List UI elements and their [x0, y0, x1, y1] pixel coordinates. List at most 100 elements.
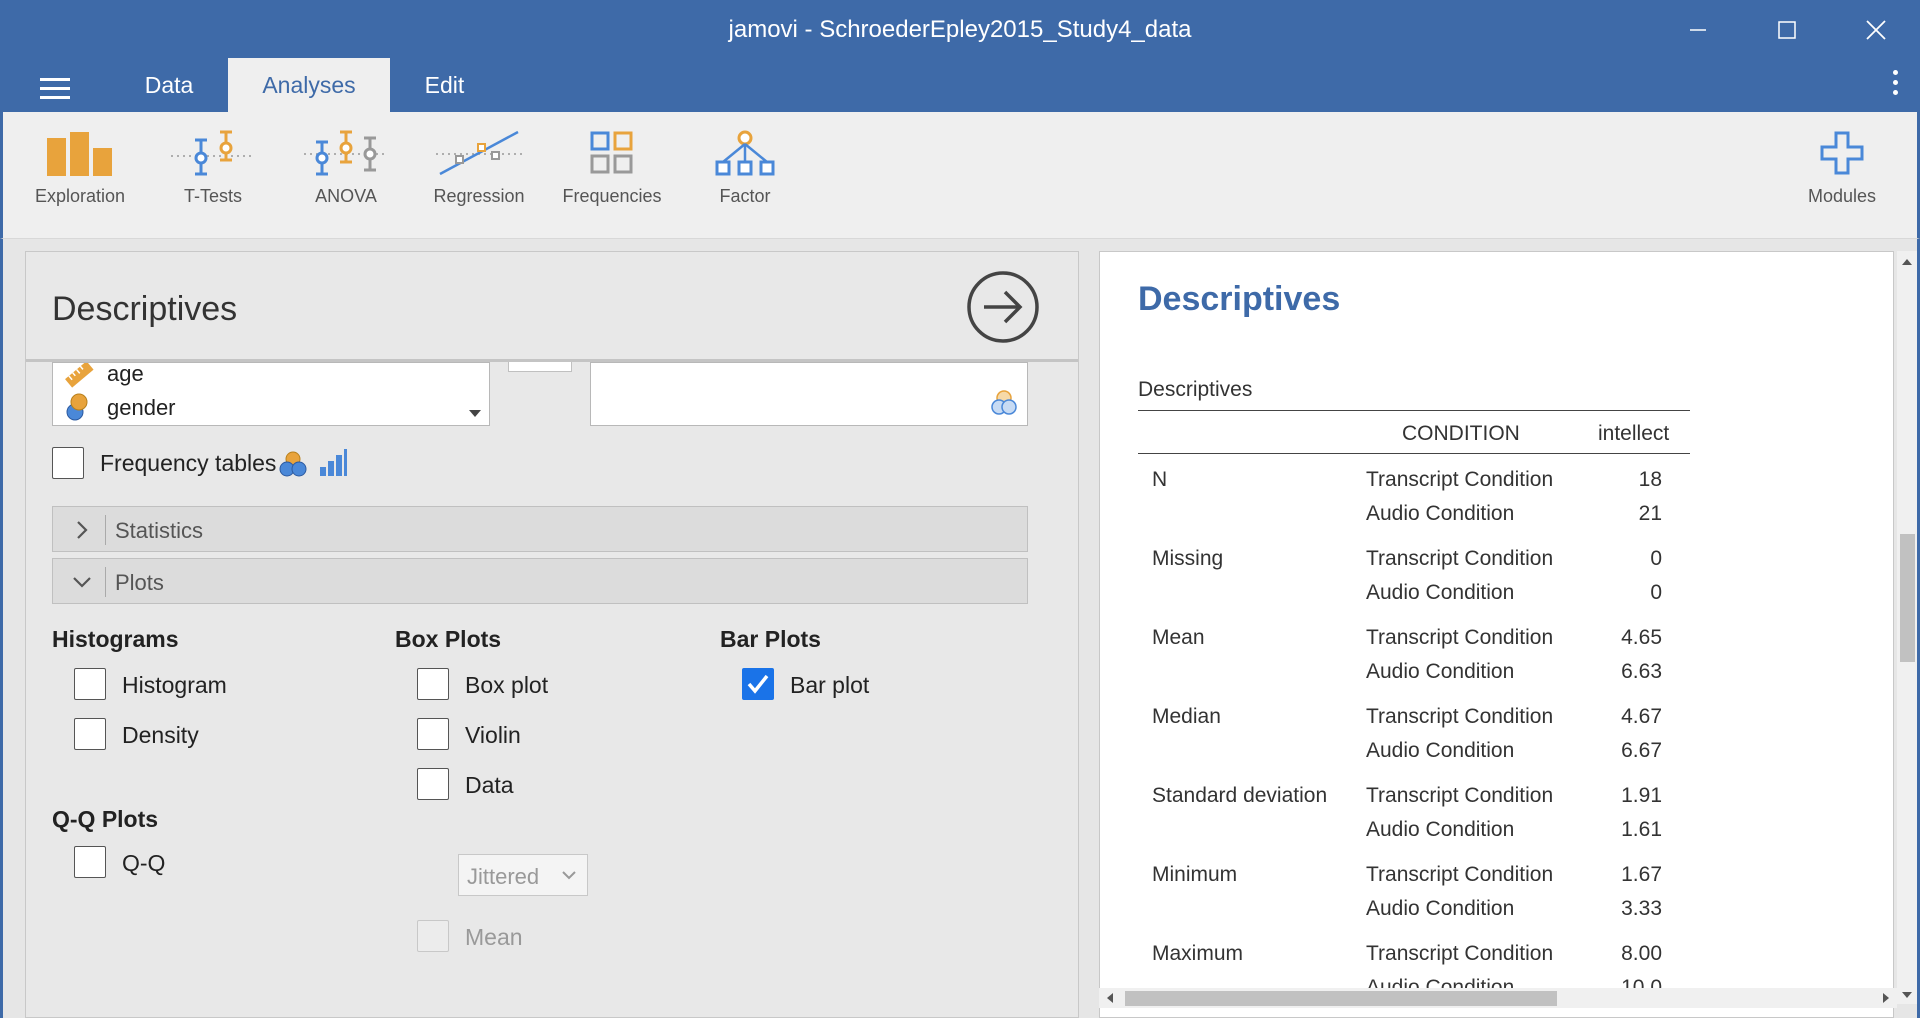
- table-cell-condition: Audio Condition: [1366, 660, 1515, 683]
- statistics-section-header[interactable]: Statistics: [52, 506, 1028, 552]
- variable-name: gender: [107, 395, 176, 420]
- checkmark-icon: [747, 674, 769, 694]
- data-label: Data: [465, 772, 514, 798]
- window-title: jamovi - SchroederEpley2015_Study4_data: [728, 16, 1192, 43]
- variable-item-gender[interactable]: gender: [63, 391, 176, 425]
- minimize-button[interactable]: [1668, 8, 1728, 52]
- ribbon-anova-button[interactable]: ANOVA: [281, 130, 411, 230]
- maximize-button[interactable]: [1757, 8, 1817, 52]
- anova-icon: [304, 130, 388, 176]
- tab-data[interactable]: Data: [113, 58, 225, 112]
- hamburger-menu-icon[interactable]: [40, 78, 70, 99]
- table-cell-value: 1.91: [1621, 784, 1662, 807]
- split-by-target-box[interactable]: [590, 362, 1028, 426]
- regression-icon: [436, 130, 522, 176]
- table-row-statistic: Standard deviation: [1152, 784, 1328, 807]
- scroll-right-arrow-icon[interactable]: [1883, 993, 1889, 1003]
- histograms-group-title: Histograms: [52, 626, 179, 652]
- variable-list[interactable]: age gender: [52, 362, 490, 426]
- table-cell-condition: Transcript Condition: [1366, 547, 1554, 570]
- variable-name: age: [107, 362, 144, 386]
- scroll-up-arrow-icon[interactable]: [1902, 259, 1912, 265]
- data-type-select[interactable]: Jittered: [458, 854, 588, 896]
- options-title: Descriptives: [52, 290, 238, 328]
- run-analysis-button[interactable]: [966, 270, 1040, 344]
- bar-plots-group-title: Bar Plots: [720, 626, 821, 652]
- table-cell-condition: Transcript Condition: [1366, 784, 1554, 807]
- table-cell-condition: Audio Condition: [1366, 502, 1515, 525]
- table-cell-value: 8.00: [1621, 942, 1662, 965]
- options-scrollbar[interactable]: [1078, 362, 1079, 1018]
- mean-checkbox[interactable]: [417, 920, 449, 952]
- results-vertical-scrollbar[interactable]: [1897, 251, 1917, 1004]
- nominal-variable-icon: [66, 393, 88, 421]
- scrollbar-thumb[interactable]: [1900, 534, 1915, 662]
- histogram-checkbox[interactable]: [74, 668, 106, 700]
- ribbon-modules-button[interactable]: Modules: [1777, 130, 1907, 230]
- ribbon-factor-button[interactable]: Factor: [680, 130, 810, 230]
- frequency-tables-checkbox[interactable]: [52, 447, 84, 479]
- tab-analyses[interactable]: Analyses: [228, 58, 390, 112]
- ribbon-frequencies-label: Frequencies: [562, 186, 662, 206]
- qq-checkbox[interactable]: [74, 846, 106, 878]
- ribbon-regression-button[interactable]: Regression: [414, 130, 544, 230]
- variable-item-age[interactable]: age: [63, 362, 144, 391]
- ribbon-modules-label: Modules: [1807, 186, 1877, 206]
- more-options-icon[interactable]: [1890, 70, 1900, 104]
- bar-plot-checkbox[interactable]: [742, 668, 774, 700]
- violin-label: Violin: [465, 722, 521, 748]
- box-plot-label: Box plot: [465, 672, 549, 698]
- scroll-down-arrow-icon[interactable]: [1902, 992, 1912, 998]
- table-cell-condition: Transcript Condition: [1366, 468, 1554, 491]
- table-cell-value: 18: [1638, 468, 1662, 491]
- move-variable-button[interactable]: [508, 362, 572, 372]
- scrollbar-thumb[interactable]: [1125, 991, 1557, 1006]
- histogram-label: Histogram: [122, 672, 227, 698]
- ribbon-factor-label: Factor: [719, 186, 771, 206]
- options-header: Descriptives: [26, 252, 1078, 362]
- table-cell-condition: Audio Condition: [1366, 818, 1515, 841]
- data-checkbox[interactable]: [417, 768, 449, 800]
- chevron-down-icon: [73, 577, 91, 588]
- scroll-left-arrow-icon[interactable]: [1107, 993, 1113, 1003]
- maximize-icon: [1778, 21, 1796, 39]
- tab-edit[interactable]: Edit: [392, 58, 497, 112]
- table-cell-value: 6.67: [1621, 739, 1662, 762]
- ribbon-t-tests-button[interactable]: T-Tests: [148, 130, 278, 230]
- frequencies-icon: [590, 131, 633, 174]
- minimize-icon: [1690, 29, 1706, 31]
- main-tab-bar: Data Analyses Edit: [0, 58, 1920, 112]
- table-cell-value: 21: [1638, 502, 1662, 525]
- ribbon-frequencies-button[interactable]: Frequencies: [547, 130, 677, 230]
- table-cell-value: 0: [1650, 581, 1662, 604]
- table-cell-condition: Audio Condition: [1366, 581, 1515, 604]
- results-horizontal-scrollbar[interactable]: [1099, 988, 1897, 1008]
- table-cell-value: 6.63: [1621, 660, 1662, 683]
- box-plot-checkbox[interactable]: [417, 668, 449, 700]
- table-row-statistic: Missing: [1152, 547, 1224, 570]
- data-type-value: Jittered: [467, 864, 540, 889]
- violin-checkbox[interactable]: [417, 718, 449, 750]
- column-header-intellect: intellect: [1598, 422, 1670, 445]
- column-header-condition: CONDITION: [1402, 422, 1520, 445]
- table-row-statistic: Mean: [1152, 626, 1205, 649]
- close-button[interactable]: [1846, 8, 1906, 52]
- frequency-tables-label: Frequency tables: [100, 450, 277, 476]
- table-cell-condition: Transcript Condition: [1366, 626, 1554, 649]
- plus-icon: [1820, 131, 1864, 175]
- divider: [105, 567, 106, 597]
- results-title: Descriptives: [1138, 280, 1341, 318]
- ruler-icon: [65, 363, 94, 388]
- plots-section-header[interactable]: Plots: [52, 558, 1028, 604]
- ribbon-regression-label: Regression: [433, 186, 525, 206]
- scroll-down-arrow-icon[interactable]: [469, 410, 481, 417]
- statistics-section-label: Statistics: [115, 518, 204, 543]
- options-panel: Descriptives age gender Frequency tables…: [25, 251, 1079, 1018]
- table-cell-condition: Audio Condition: [1366, 739, 1515, 762]
- table-cell-value: 1.67: [1621, 863, 1662, 886]
- table-row-statistic: Maximum: [1152, 942, 1244, 965]
- density-checkbox[interactable]: [74, 718, 106, 750]
- ribbon-exploration-button[interactable]: Exploration: [15, 130, 145, 230]
- table-cell-value: 3.33: [1621, 897, 1662, 920]
- jamovi-window: jamovi - SchroederEpley2015_Study4_data …: [0, 0, 1920, 1018]
